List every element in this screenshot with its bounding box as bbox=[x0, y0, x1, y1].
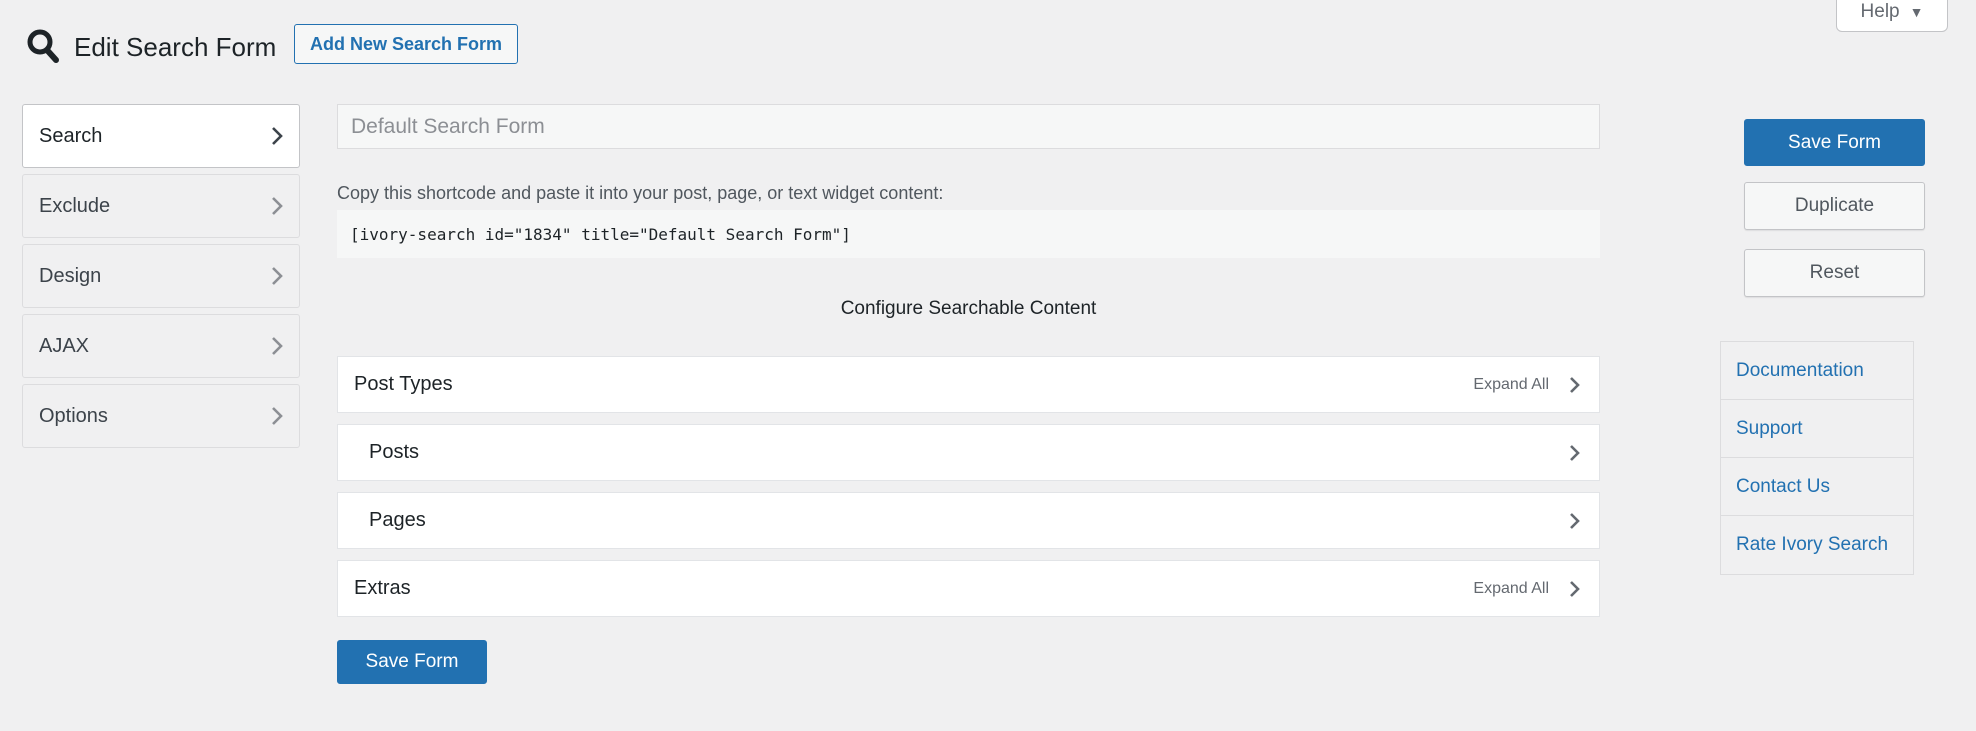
chevron-right-icon bbox=[1570, 512, 1580, 529]
help-links: Documentation Support Contact Us Rate Iv… bbox=[1720, 341, 1914, 575]
form-title-input[interactable] bbox=[337, 104, 1600, 149]
search-icon bbox=[27, 29, 59, 63]
help-button[interactable]: Help ▼ bbox=[1836, 0, 1948, 32]
chevron-right-icon bbox=[272, 127, 283, 145]
accordion-label: Post Types bbox=[354, 373, 453, 395]
tab-options[interactable]: Options bbox=[22, 384, 300, 448]
accordion-posts[interactable]: Posts bbox=[337, 424, 1600, 481]
tab-label: AJAX bbox=[39, 334, 90, 357]
page-title: Edit Search Form bbox=[74, 32, 277, 62]
accordion-label: Pages bbox=[369, 509, 426, 531]
tab-ajax[interactable]: AJAX bbox=[22, 314, 300, 378]
tab-label: Search bbox=[39, 124, 103, 147]
tab-design[interactable]: Design bbox=[22, 244, 300, 308]
rate-ivory-search-link[interactable]: Rate Ivory Search bbox=[1721, 516, 1913, 574]
section-heading: Configure Searchable Content bbox=[840, 298, 1097, 319]
chevron-right-icon bbox=[272, 267, 283, 285]
chevron-right-icon bbox=[1570, 580, 1580, 597]
settings-tabs: Search Exclude Design AJAX Options bbox=[22, 104, 300, 454]
support-link[interactable]: Support bbox=[1721, 400, 1913, 458]
tab-label: Design bbox=[39, 264, 102, 287]
duplicate-button[interactable]: Duplicate bbox=[1744, 182, 1925, 230]
reset-button[interactable]: Reset bbox=[1744, 249, 1925, 297]
triangle-down-icon: ▼ bbox=[1909, 4, 1924, 20]
searchable-content-accordion: Post Types Expand All Posts Pages Extras… bbox=[337, 356, 1600, 628]
save-form-button[interactable]: Save Form bbox=[337, 640, 487, 684]
shortcode-field[interactable]: [ivory-search id="1834" title="Default S… bbox=[337, 210, 1600, 258]
accordion-label: Posts bbox=[369, 441, 420, 463]
shortcode-instructions: Copy this shortcode and paste it into yo… bbox=[337, 183, 944, 203]
contact-us-link[interactable]: Contact Us bbox=[1721, 458, 1913, 516]
accordion-label: Extras bbox=[354, 577, 411, 599]
tab-label: Options bbox=[39, 404, 108, 427]
expand-all-link[interactable]: Expand All bbox=[1473, 376, 1549, 394]
chevron-right-icon bbox=[272, 197, 283, 215]
chevron-right-icon bbox=[1570, 376, 1580, 393]
accordion-extras[interactable]: Extras Expand All bbox=[337, 560, 1600, 617]
help-label: Help bbox=[1860, 1, 1900, 22]
documentation-link[interactable]: Documentation bbox=[1721, 342, 1913, 400]
accordion-pages[interactable]: Pages bbox=[337, 492, 1600, 549]
chevron-right-icon bbox=[272, 337, 283, 355]
chevron-right-icon bbox=[272, 407, 283, 425]
add-new-search-form-button[interactable]: Add New Search Form bbox=[294, 24, 518, 64]
accordion-post-types[interactable]: Post Types Expand All bbox=[337, 356, 1600, 413]
chevron-right-icon bbox=[1570, 444, 1580, 461]
tab-exclude[interactable]: Exclude bbox=[22, 174, 300, 238]
save-form-button-top[interactable]: Save Form bbox=[1744, 119, 1925, 166]
expand-all-link[interactable]: Expand All bbox=[1473, 580, 1549, 598]
tab-search[interactable]: Search bbox=[22, 104, 300, 168]
tab-label: Exclude bbox=[39, 194, 111, 217]
